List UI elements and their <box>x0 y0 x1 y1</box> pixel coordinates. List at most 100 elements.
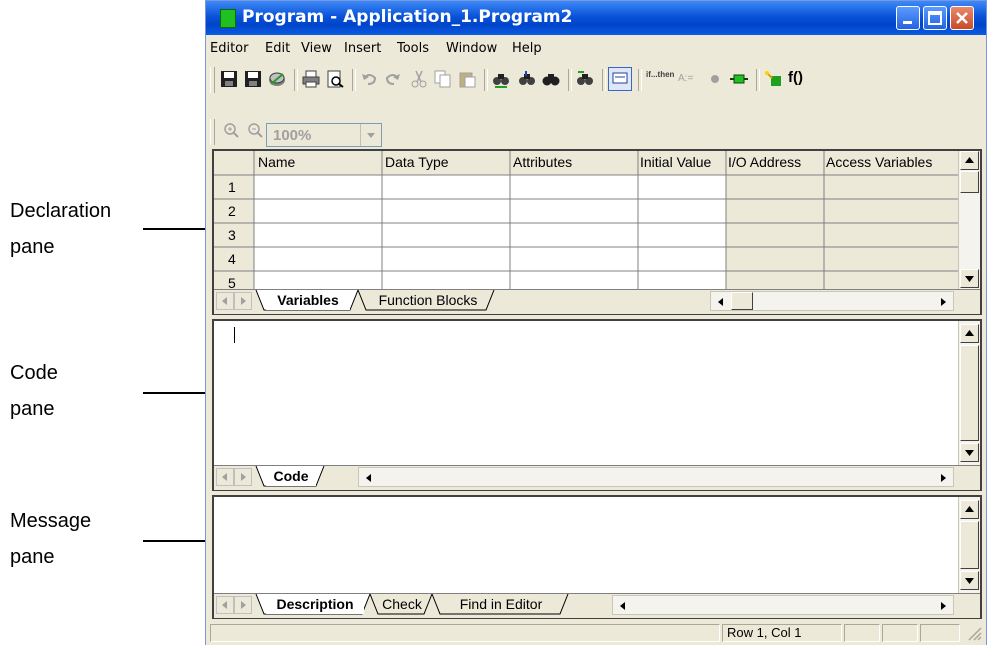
replace-icon[interactable] <box>576 70 594 88</box>
column-header-access-variables[interactable]: Access Variables <box>826 154 958 170</box>
tab-scroll-right-button[interactable] <box>234 468 252 486</box>
scroll-down-button[interactable] <box>960 269 979 288</box>
declaration-tab-row: Variables Function Blocks <box>214 289 980 314</box>
tab-function-blocks[interactable]: Function Blocks <box>366 290 490 310</box>
tab-code[interactable]: Code <box>266 466 316 486</box>
scroll-thumb[interactable] <box>960 521 979 569</box>
chevron-down-icon <box>367 133 375 138</box>
tab-scroll-left-button[interactable] <box>216 292 234 310</box>
code-horizontal-scrollbar[interactable] <box>358 467 954 487</box>
menu-view[interactable]: View <box>301 41 332 56</box>
breakpoint-icon[interactable] <box>706 70 724 88</box>
row-number[interactable]: 4 <box>228 251 236 267</box>
tab-find-in-editor[interactable]: Find in Editor <box>438 594 564 614</box>
toolbar-separator <box>638 69 642 91</box>
menu-window[interactable]: Window <box>446 41 497 56</box>
scroll-up-button[interactable] <box>960 151 979 170</box>
save-icon[interactable] <box>220 70 238 88</box>
scroll-up-button[interactable] <box>960 324 979 343</box>
zoom-select[interactable]: 100% <box>266 123 382 147</box>
tab-check[interactable]: Check <box>374 594 430 614</box>
code-vertical-scrollbar[interactable] <box>958 321 980 465</box>
binoculars-icon[interactable] <box>542 70 560 88</box>
print-preview-icon[interactable] <box>326 70 344 88</box>
app-icon <box>220 9 236 28</box>
scroll-thumb[interactable] <box>731 292 753 310</box>
column-header-data-type[interactable]: Data Type <box>385 154 507 170</box>
code-editor[interactable] <box>214 321 958 465</box>
print-icon[interactable] <box>302 70 320 88</box>
declaration-horizontal-scrollbar[interactable] <box>710 291 954 311</box>
callout-code-line2: pane <box>10 398 55 420</box>
triangle-right-icon[interactable] <box>935 598 951 614</box>
find-icon[interactable] <box>492 70 510 88</box>
copy-icon[interactable] <box>434 70 452 88</box>
save-disk-icon[interactable] <box>268 70 286 88</box>
menu-help[interactable]: Help <box>512 41 542 56</box>
menu-bar: Editor Edit View Insert Tools Window Hel… <box>206 35 986 61</box>
zoom-in-icon[interactable] <box>222 121 240 139</box>
triangle-left-icon[interactable] <box>713 294 729 310</box>
status-indicator <box>882 624 918 642</box>
scroll-thumb[interactable] <box>960 171 979 193</box>
column-header-attributes[interactable]: Attributes <box>513 154 635 170</box>
menu-insert[interactable]: Insert <box>344 41 381 56</box>
paste-icon[interactable] <box>458 70 476 88</box>
triangle-down-icon <box>965 276 974 282</box>
if-then-icon[interactable]: if...then <box>646 71 674 79</box>
close-button[interactable] <box>950 6 974 30</box>
menu-tools[interactable]: Tools <box>397 41 429 56</box>
undo-icon[interactable] <box>360 70 378 88</box>
scroll-thumb[interactable] <box>960 345 979 441</box>
scroll-up-button[interactable] <box>960 500 979 519</box>
find-next-icon[interactable] <box>518 70 536 88</box>
column-header-io-address[interactable]: I/O Address <box>728 154 823 170</box>
tab-variables[interactable]: Variables <box>266 290 350 310</box>
arrow-line <box>143 540 213 542</box>
resize-grip-icon[interactable] <box>966 625 982 641</box>
function-icon[interactable]: f() <box>788 69 803 86</box>
assign-icon[interactable]: A:= <box>678 73 693 84</box>
minimize-icon <box>903 21 912 24</box>
menu-editor[interactable]: Editor <box>210 41 248 56</box>
declaration-grid <box>214 151 958 289</box>
scroll-down-button[interactable] <box>960 443 979 462</box>
message-area[interactable] <box>214 497 958 593</box>
zoom-dropdown-button[interactable] <box>360 124 381 146</box>
step-icon[interactable] <box>730 70 748 88</box>
tab-scroll-right-button[interactable] <box>234 292 252 310</box>
monitor-toggle-button[interactable] <box>608 67 632 91</box>
zoom-out-icon[interactable] <box>246 121 264 139</box>
triangle-right-icon[interactable] <box>935 470 951 486</box>
row-number[interactable]: 3 <box>228 227 236 243</box>
redo-icon[interactable] <box>384 70 402 88</box>
declaration-vertical-scrollbar[interactable] <box>958 151 980 289</box>
column-header-name[interactable]: Name <box>258 154 378 170</box>
cut-icon[interactable] <box>410 70 428 88</box>
tab-scroll-left-button[interactable] <box>216 468 234 486</box>
message-vertical-scrollbar[interactable] <box>958 497 980 593</box>
menu-edit[interactable]: Edit <box>265 41 290 56</box>
title-bar[interactable]: Program - Application_1.Program2 <box>206 1 986 35</box>
row-number[interactable]: 2 <box>228 203 236 219</box>
triangle-left-icon[interactable] <box>615 598 631 614</box>
column-header-initial-value[interactable]: Initial Value <box>640 154 726 170</box>
tab-scroll-left-button[interactable] <box>216 596 234 614</box>
triangle-left-icon[interactable] <box>361 470 377 486</box>
triangle-up-icon <box>965 157 974 163</box>
callout-code-line1: Code <box>10 362 58 384</box>
maximize-button[interactable] <box>923 6 947 30</box>
toolbar-grip[interactable] <box>210 119 215 145</box>
toolbar-grip[interactable] <box>210 67 215 93</box>
scroll-down-button[interactable] <box>960 571 979 590</box>
triangle-right-icon[interactable] <box>935 294 951 310</box>
save-all-icon[interactable] <box>244 70 262 88</box>
row-number[interactable]: 1 <box>228 179 236 195</box>
minimize-button[interactable] <box>896 6 920 30</box>
message-horizontal-scrollbar[interactable] <box>612 595 954 615</box>
toolbar-separator <box>756 69 760 91</box>
insert-fb-icon[interactable] <box>764 70 782 88</box>
triangle-right-icon <box>241 297 246 305</box>
tab-scroll-right-button[interactable] <box>234 596 252 614</box>
tab-description[interactable]: Description <box>266 594 364 614</box>
